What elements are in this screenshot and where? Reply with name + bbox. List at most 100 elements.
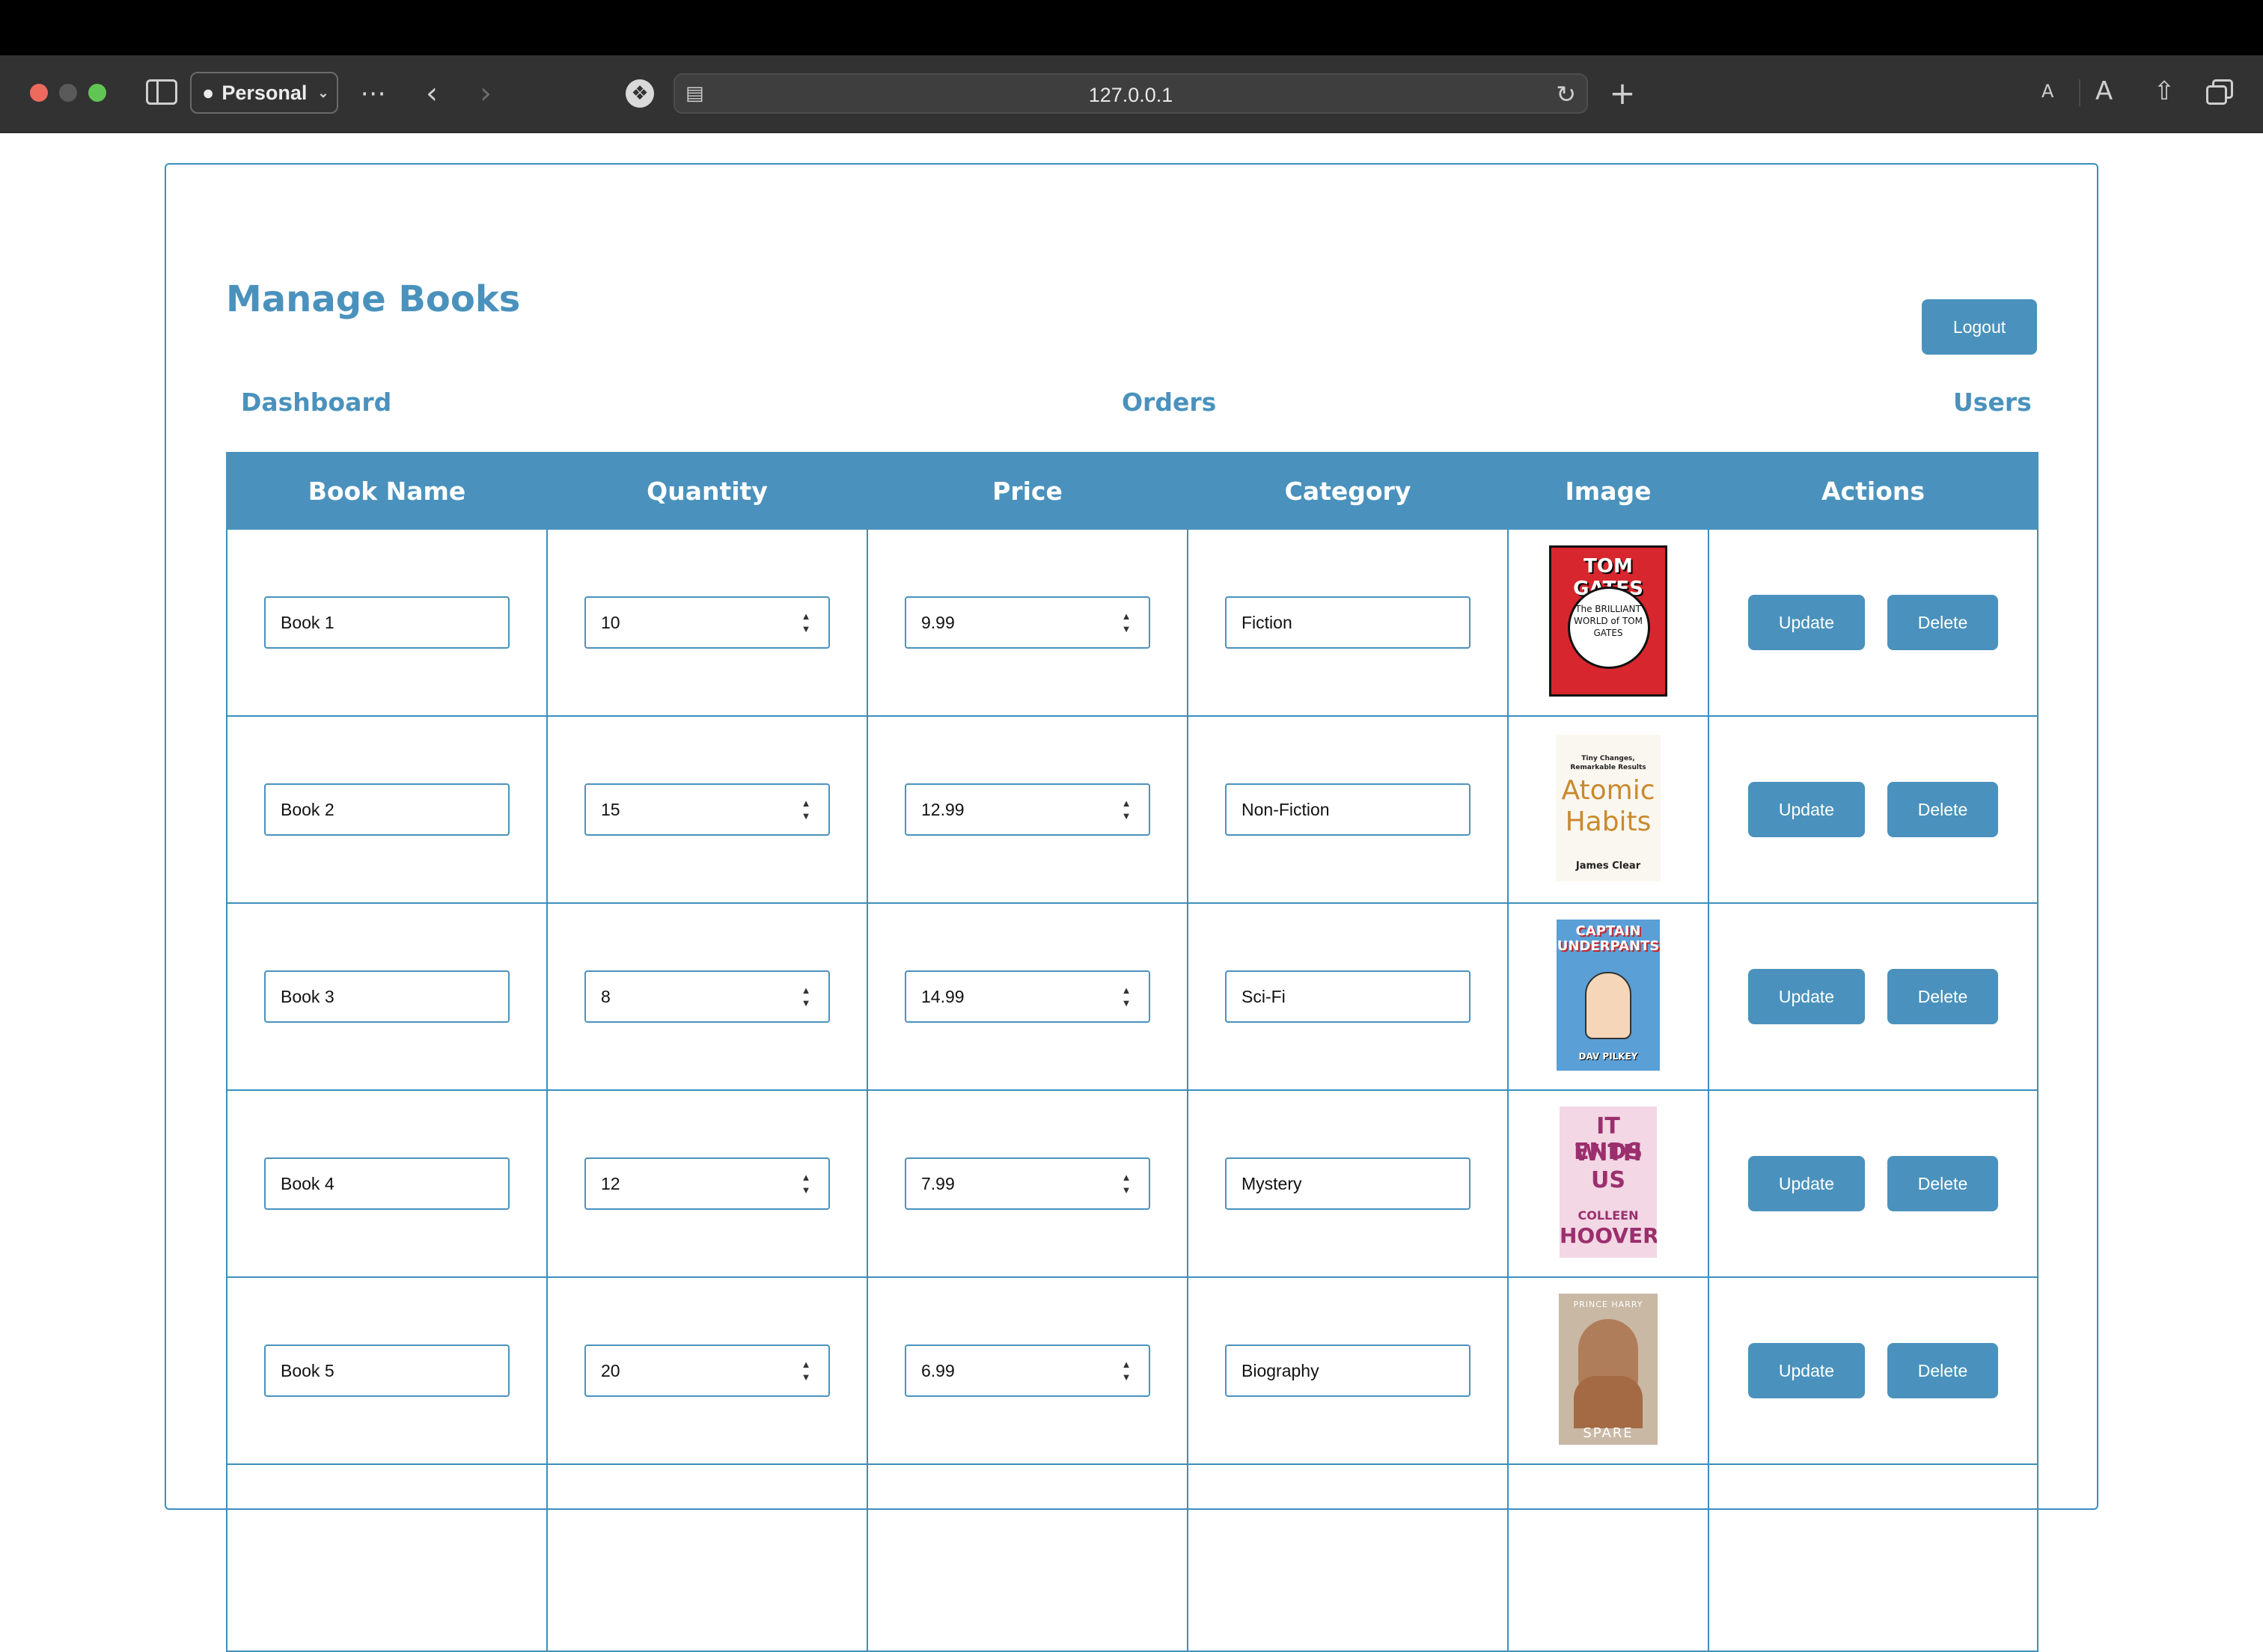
quantity-stepper-icon[interactable]: ▲ ▼ xyxy=(801,798,811,821)
cover-author: DAV PILKEY xyxy=(1578,1051,1638,1062)
header-category: Category xyxy=(1187,452,1509,530)
price-stepper-icon[interactable]: ▲ ▼ xyxy=(1122,1172,1132,1195)
header-price: Price xyxy=(867,452,1188,530)
nav-users-link[interactable]: Users xyxy=(1953,388,2032,417)
cover-title-3: US xyxy=(1591,1167,1625,1193)
forward-arrow-icon[interactable]: › xyxy=(473,76,498,111)
nav-dashboard-link[interactable]: Dashboard xyxy=(241,388,391,417)
cell-name: Book 3 xyxy=(226,902,548,1091)
it-ends-with-us-cover-image: IT ENDS WITH US COLLEEN HOOVER xyxy=(1560,1107,1657,1258)
delete-button[interactable]: Delete xyxy=(1887,1343,1998,1398)
cover-author: James Clear xyxy=(1575,860,1641,872)
sidebar-toggle-icon[interactable] xyxy=(146,79,177,105)
address-bar[interactable]: ▤ 127.0.0.1 ↻ xyxy=(674,73,1588,114)
delete-button[interactable]: Delete xyxy=(1887,1156,1998,1211)
delete-button[interactable]: Delete xyxy=(1887,969,1998,1024)
cell-price: 9.99 ▲ ▼ xyxy=(867,528,1188,717)
back-arrow-icon[interactable]: ‹ xyxy=(419,76,445,111)
top-black-bar xyxy=(0,0,2263,55)
quantity-input[interactable]: 15 ▲ ▼ xyxy=(584,783,830,836)
table-header-row: Book Name Quantity Price Category Image … xyxy=(226,452,2038,530)
quantity-input[interactable]: 20 ▲ ▼ xyxy=(584,1344,830,1397)
quantity-input[interactable]: 8 ▲ ▼ xyxy=(584,970,830,1023)
cell-name: Book 1 xyxy=(226,528,548,717)
cover-beard xyxy=(1574,1376,1643,1428)
nav-orders-link[interactable]: Orders xyxy=(1122,388,1216,417)
book-name-input[interactable]: Book 4 xyxy=(264,1157,510,1210)
zoom-window-icon[interactable] xyxy=(88,84,106,102)
price-input[interactable]: 9.99 ▲ ▼ xyxy=(905,596,1150,649)
close-window-icon[interactable] xyxy=(30,84,48,102)
book-name-input[interactable]: Book 2 xyxy=(264,783,510,836)
cell-name: Book 2 xyxy=(226,715,548,904)
price-input[interactable]: 6.99 ▲ ▼ xyxy=(905,1344,1150,1397)
update-button[interactable]: Update xyxy=(1748,1343,1865,1398)
cell-name: Book 4 xyxy=(226,1089,548,1278)
table-row: Book 3 8 ▲ ▼ 14.99 ▲ ▼ Sci-Fi CAPTAIN UNDERP… xyxy=(226,902,2038,1091)
profile-button[interactable]: ● Personal ⌄ xyxy=(190,72,338,114)
logout-button[interactable]: Logout xyxy=(1922,299,2037,355)
cell-category: Biography xyxy=(1187,1276,1509,1465)
share-icon[interactable]: ⇧ xyxy=(2149,75,2179,108)
price-stepper-icon[interactable]: ▲ ▼ xyxy=(1122,1359,1132,1382)
cover-author-1: COLLEEN xyxy=(1578,1208,1639,1223)
quantity-stepper-icon[interactable]: ▲ ▼ xyxy=(801,985,811,1008)
category-input[interactable]: Mystery xyxy=(1225,1157,1471,1210)
update-button[interactable]: Update xyxy=(1748,782,1865,837)
header-book-name: Book Name xyxy=(226,452,548,530)
book-name-input[interactable]: Book 3 xyxy=(264,970,510,1023)
book-name-input[interactable]: Book 1 xyxy=(264,596,510,649)
quantity-stepper-icon[interactable]: ▲ ▼ xyxy=(801,611,811,634)
price-input[interactable]: 14.99 ▲ ▼ xyxy=(905,970,1150,1023)
cover-subtitle: The BRILLIANT WORLD of TOM GATES xyxy=(1574,604,1643,638)
cell-price: 6.99 ▲ ▼ xyxy=(867,1276,1188,1465)
cover-title-2: WITH xyxy=(1575,1140,1642,1166)
price-input[interactable]: 7.99 ▲ ▼ xyxy=(905,1157,1150,1210)
price-stepper-icon[interactable]: ▲ ▼ xyxy=(1122,798,1132,821)
category-input[interactable]: Non-Fiction xyxy=(1225,783,1471,836)
price-value: 7.99 xyxy=(921,1174,955,1193)
text-larger-icon[interactable]: A xyxy=(2095,76,2113,106)
address-text: 127.0.0.1 xyxy=(1088,84,1173,106)
books-table: Book Name Quantity Price Category Image … xyxy=(226,452,2038,1652)
update-button[interactable]: Update xyxy=(1748,1156,1865,1211)
cell-actions: Update Delete xyxy=(1708,1089,2038,1278)
category-input[interactable]: Biography xyxy=(1225,1344,1471,1397)
reload-icon[interactable]: ↻ xyxy=(1556,81,1576,108)
cell-partial xyxy=(1507,1463,1709,1652)
cell-name: Book 5 xyxy=(226,1276,548,1465)
quantity-stepper-icon[interactable]: ▲ ▼ xyxy=(801,1172,811,1195)
price-stepper-icon[interactable]: ▲ ▼ xyxy=(1122,611,1132,634)
cell-partial xyxy=(1187,1463,1509,1652)
cell-category: Fiction xyxy=(1187,528,1509,717)
delete-button[interactable]: Delete xyxy=(1887,595,1998,650)
cell-category: Sci-Fi xyxy=(1187,902,1509,1091)
category-input[interactable]: Sci-Fi xyxy=(1225,970,1471,1023)
update-button[interactable]: Update xyxy=(1748,595,1865,650)
tab-overview-grid-icon[interactable]: ⋯ xyxy=(356,78,388,109)
cell-quantity: 12 ▲ ▼ xyxy=(546,1089,868,1278)
book-name-input[interactable]: Book 5 xyxy=(264,1344,510,1397)
cell-image: CAPTAIN UNDERPANTS DAV PILKEY xyxy=(1507,902,1709,1091)
cover-author: PRINCE HARRY xyxy=(1573,1300,1643,1309)
quantity-input[interactable]: 10 ▲ ▼ xyxy=(584,596,830,649)
extension-icon[interactable]: ❖ xyxy=(626,79,654,108)
category-input[interactable]: Fiction xyxy=(1225,596,1471,649)
cell-quantity: 8 ▲ ▼ xyxy=(546,902,868,1091)
show-tabs-icon[interactable] xyxy=(2206,79,2233,105)
quantity-stepper-icon[interactable]: ▲ ▼ xyxy=(801,1359,811,1382)
cover-tagline: Tiny Changes, Remarkable Results xyxy=(1570,755,1646,771)
new-tab-plus-icon[interactable]: + xyxy=(1607,75,1637,111)
cell-partial xyxy=(226,1463,548,1652)
cell-image: PRINCE HARRY SPARE xyxy=(1507,1276,1709,1465)
delete-button[interactable]: Delete xyxy=(1887,782,1998,837)
minimize-window-icon[interactable] xyxy=(59,84,77,102)
update-button[interactable]: Update xyxy=(1748,969,1865,1024)
cell-actions: Update Delete xyxy=(1708,528,2038,717)
price-input[interactable]: 12.99 ▲ ▼ xyxy=(905,783,1150,836)
quantity-value: 20 xyxy=(601,1361,620,1380)
price-stepper-icon[interactable]: ▲ ▼ xyxy=(1122,985,1132,1008)
quantity-input[interactable]: 12 ▲ ▼ xyxy=(584,1157,830,1210)
text-smaller-icon[interactable]: A xyxy=(2041,81,2053,102)
header-image: Image xyxy=(1507,452,1709,530)
